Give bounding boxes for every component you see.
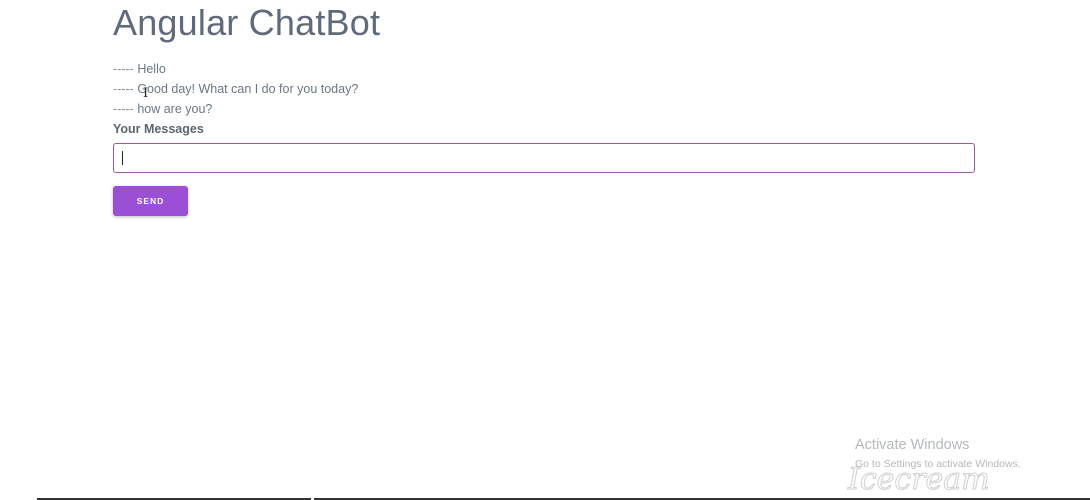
activate-windows-title: Activate Windows (855, 437, 970, 453)
message-text: how are you? (137, 102, 213, 116)
text-caret (122, 151, 123, 165)
message-prefix: ----- (113, 62, 134, 76)
message-item: ----- Good day! What can I do for you to… (113, 81, 358, 101)
message-item: ----- how are you? (113, 101, 358, 121)
message-list: ----- Hello ----- Good day! What can I d… (113, 61, 358, 121)
your-messages-label: Your Messages (113, 122, 204, 136)
message-item: ----- Hello (113, 61, 358, 81)
recorder-watermark: Icecream (848, 462, 991, 498)
message-text: Hello (137, 62, 166, 76)
send-button[interactable]: SEND (113, 186, 188, 216)
page-title: Angular ChatBot (113, 2, 381, 43)
chatbot-page: Angular ChatBot ----- Hello ----- Good d… (0, 0, 1090, 500)
message-prefix: ----- (113, 82, 134, 96)
message-text: Good day! What can I do for you today? (137, 82, 359, 96)
message-input[interactable] (113, 143, 975, 173)
message-prefix: ----- (113, 102, 134, 116)
text-cursor-icon: I (143, 86, 149, 101)
